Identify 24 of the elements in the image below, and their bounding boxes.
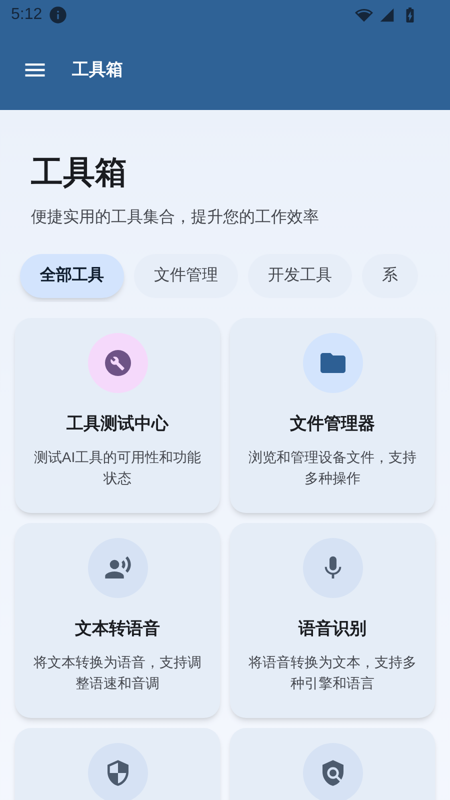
page-title: 工具箱 (31, 153, 128, 192)
filter-chip[interactable]: 文件管理 (134, 254, 238, 298)
tool-description: 测试AI工具的可用性和功能状态 (32, 448, 202, 488)
tool-title: 语音识别 (298, 618, 366, 640)
tool-title: 文件管理器 (290, 413, 375, 435)
wifi-icon (355, 6, 373, 24)
filter-chip[interactable]: 开发工具 (248, 254, 352, 298)
info-icon (48, 5, 68, 25)
tool-description: 将语音转换为文本，支持多种引擎和语言 (248, 652, 418, 692)
tool-card[interactable]: 文本转语音 将文本转换为语音，支持调整语速和音调 (15, 523, 220, 718)
tool-card[interactable]: 文件管理器 浏览和管理设备文件，支持多种操作 (230, 318, 435, 513)
signal-icon (379, 7, 395, 23)
tool-title: 文本转语音 (75, 618, 160, 640)
wrench-icon (104, 350, 130, 376)
page-subtitle: 便捷实用的工具集合，提升您的工作效率 (31, 208, 320, 228)
tool-card[interactable]: 语音识别 将语音转换为文本，支持多种引擎和语言 (230, 523, 435, 718)
filter-chip[interactable]: 系 (362, 254, 418, 298)
status-time: 5:12 (11, 5, 42, 25)
filter-chip[interactable]: 全部工具 (20, 254, 124, 298)
tool-card[interactable]: 工具测试中心 测试AI工具的可用性和功能状态 (15, 318, 220, 513)
tool-description: 将文本转换为语音，支持调整语速和音调 (32, 652, 202, 692)
tool-title: 工具测试中心 (66, 413, 168, 435)
app-bar-title: 工具箱 (72, 59, 123, 82)
tool-description: 浏览和管理设备文件，支持多种操作 (248, 448, 418, 488)
